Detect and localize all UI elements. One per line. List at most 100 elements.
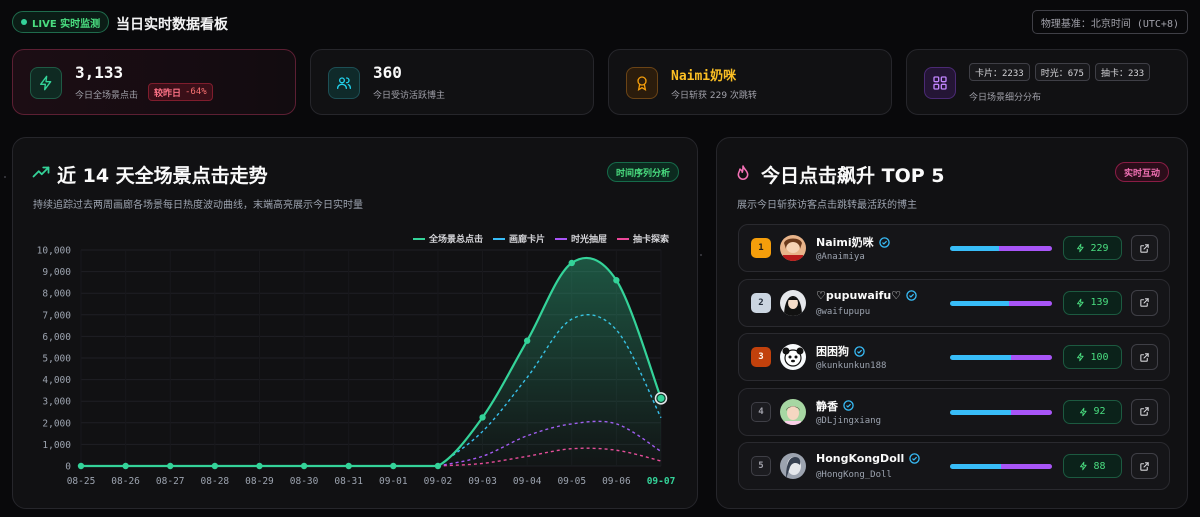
kpi-creators: 360 今日受访活跃博主 xyxy=(310,49,594,115)
creator-handle: @HongKong_Doll xyxy=(816,470,892,480)
external-link-icon xyxy=(1140,407,1149,416)
click-score: 229 xyxy=(1063,236,1122,260)
x-tick-label: 09-01 xyxy=(379,476,408,487)
bar-segment-card xyxy=(950,300,1010,306)
creator-name: ♡pupuwaifu♡ xyxy=(816,289,917,302)
data-point xyxy=(523,337,531,344)
open-link-button[interactable] xyxy=(1131,344,1158,370)
rank-row[interactable]: 3 困困狗 @kunkunkun188 100 xyxy=(738,333,1170,381)
x-tick-label: 08-27 xyxy=(156,476,185,487)
rank-number: 4 xyxy=(751,401,771,422)
external-link-icon xyxy=(1140,352,1149,362)
kpi-total-clicks: 3,133 今日全场景点击 较昨日 -64% xyxy=(12,49,296,115)
data-point xyxy=(568,259,575,267)
scene-split-bar xyxy=(950,464,1052,469)
x-tick-label: 09-04 xyxy=(513,476,542,487)
data-point xyxy=(300,462,308,470)
rank-list: 1 Naimi奶咪 @Anaimiya 229 2 ♡pupuwaifu♡ @w… xyxy=(738,224,1170,497)
score-value: 229 xyxy=(1090,242,1109,254)
creator-name-text: HongKongDoll xyxy=(816,452,905,465)
delta-badge: 较昨日 -64% xyxy=(148,83,213,101)
creator-handle: @kunkunkun188 xyxy=(816,361,887,371)
data-point xyxy=(434,462,442,470)
y-tick-label: 7,000 xyxy=(42,310,71,321)
timezone-badge: 物理基准：北京时间 (UTC+8) xyxy=(1031,10,1188,34)
verified-icon xyxy=(843,400,854,411)
scene-split-bar xyxy=(950,355,1052,360)
bar-segment-other xyxy=(1011,355,1052,360)
top5-tag: 实时互动 xyxy=(1114,162,1169,182)
creator-handle: @DLjingxiang xyxy=(816,415,882,426)
open-link-button[interactable] xyxy=(1131,235,1158,261)
external-link-icon xyxy=(1140,461,1149,471)
data-point xyxy=(390,462,397,470)
bar-segment-other xyxy=(1009,300,1052,306)
open-link-button[interactable] xyxy=(1131,453,1158,479)
kpi-label: 今日斩获 229 次跳转 xyxy=(671,91,757,101)
decor-dot xyxy=(700,254,702,256)
top5-panel: 今日点击飙升 TOP 5 实时互动 展示今日斩获访客点击跳转最活跃的博主 1 N… xyxy=(716,137,1188,509)
series-area-total xyxy=(81,257,661,466)
rank-row[interactable]: 5 HongKongDoll @HongKong_Doll 88 xyxy=(738,442,1170,490)
data-point xyxy=(77,462,85,470)
y-tick-label: 6,000 xyxy=(42,332,71,343)
click-score: 100 xyxy=(1063,345,1122,369)
y-tick-label: 1,000 xyxy=(42,440,71,451)
verified-icon xyxy=(906,289,917,301)
kpi-label: 今日场景细分分布 xyxy=(969,93,1042,103)
verified-icon xyxy=(854,345,865,357)
breakdown-chips: 卡片：2233 时光：675 抽卡：233 xyxy=(969,63,1151,81)
open-link-button[interactable] xyxy=(1131,289,1158,316)
scene-split-bar xyxy=(950,246,1052,251)
rank-row[interactable]: 2 ♡pupuwaifu♡ @waifupupu 139 xyxy=(738,278,1170,327)
x-tick-label: 08-26 xyxy=(111,476,140,487)
live-label: LIVE 实时监测 xyxy=(32,18,101,30)
lightning-icon xyxy=(1080,461,1088,471)
y-tick-label: 9,000 xyxy=(42,267,71,278)
rank-row[interactable]: 1 Naimi奶咪 @Anaimiya 229 xyxy=(738,224,1170,272)
kpi-label: 今日全场景点击 xyxy=(75,91,139,101)
score-value: 88 xyxy=(1093,460,1106,472)
creator-handle: @waifupupu xyxy=(816,306,871,317)
live-dot-icon xyxy=(21,19,27,25)
y-tick-label: 10,000 xyxy=(37,246,72,257)
decor-dot xyxy=(4,176,6,178)
verified-icon xyxy=(878,236,890,248)
scene-split-bar xyxy=(950,409,1052,415)
x-tick-label: 08-29 xyxy=(245,476,274,487)
kpi-value: 3,133 xyxy=(75,63,124,82)
breakdown-chip-card: 卡片：2233 xyxy=(969,63,1030,81)
bar-segment-other xyxy=(998,246,1052,251)
rank-row[interactable]: 4 静香 @DLjingxiang 92 xyxy=(738,387,1170,436)
kpi-top-creator: Naimi奶咪 今日斩获 229 次跳转 xyxy=(608,49,892,115)
top-bar: LIVE 实时监测 当日实时数据看板 物理基准：北京时间 (UTC+8) xyxy=(12,10,1188,36)
creator-handle: @Anaimiya xyxy=(816,252,865,262)
creator-name: 困困狗 xyxy=(816,343,865,359)
bar-segment-card xyxy=(950,464,1001,469)
data-point xyxy=(167,462,174,470)
x-tick-label: 09-05 xyxy=(557,476,586,487)
avatar xyxy=(780,289,806,316)
avatar xyxy=(780,235,806,261)
external-link-icon xyxy=(1140,243,1149,253)
data-point xyxy=(479,414,486,421)
click-score: 139 xyxy=(1063,290,1122,315)
top5-title: 今日点击飙升 TOP 5 xyxy=(761,165,945,187)
y-tick-label: 8,000 xyxy=(42,289,71,300)
bar-segment-card xyxy=(950,246,999,251)
creator-name: HongKongDoll xyxy=(816,452,921,465)
scene-split-bar xyxy=(950,300,1052,306)
users-icon xyxy=(328,67,360,99)
y-tick-label: 0 xyxy=(65,462,71,473)
kpi-label: 今日受访活跃博主 xyxy=(373,91,446,101)
y-tick-label: 2,000 xyxy=(42,418,71,429)
y-tick-label: 5,000 xyxy=(42,354,71,365)
bar-segment-card xyxy=(950,409,1012,415)
data-point xyxy=(122,462,129,470)
rank-number: 2 xyxy=(751,292,771,313)
x-tick-label: 09-07 xyxy=(647,476,676,487)
score-value: 92 xyxy=(1093,406,1106,417)
x-tick-label: 08-31 xyxy=(334,476,363,487)
award-icon xyxy=(626,67,658,99)
open-link-button[interactable] xyxy=(1131,398,1158,425)
